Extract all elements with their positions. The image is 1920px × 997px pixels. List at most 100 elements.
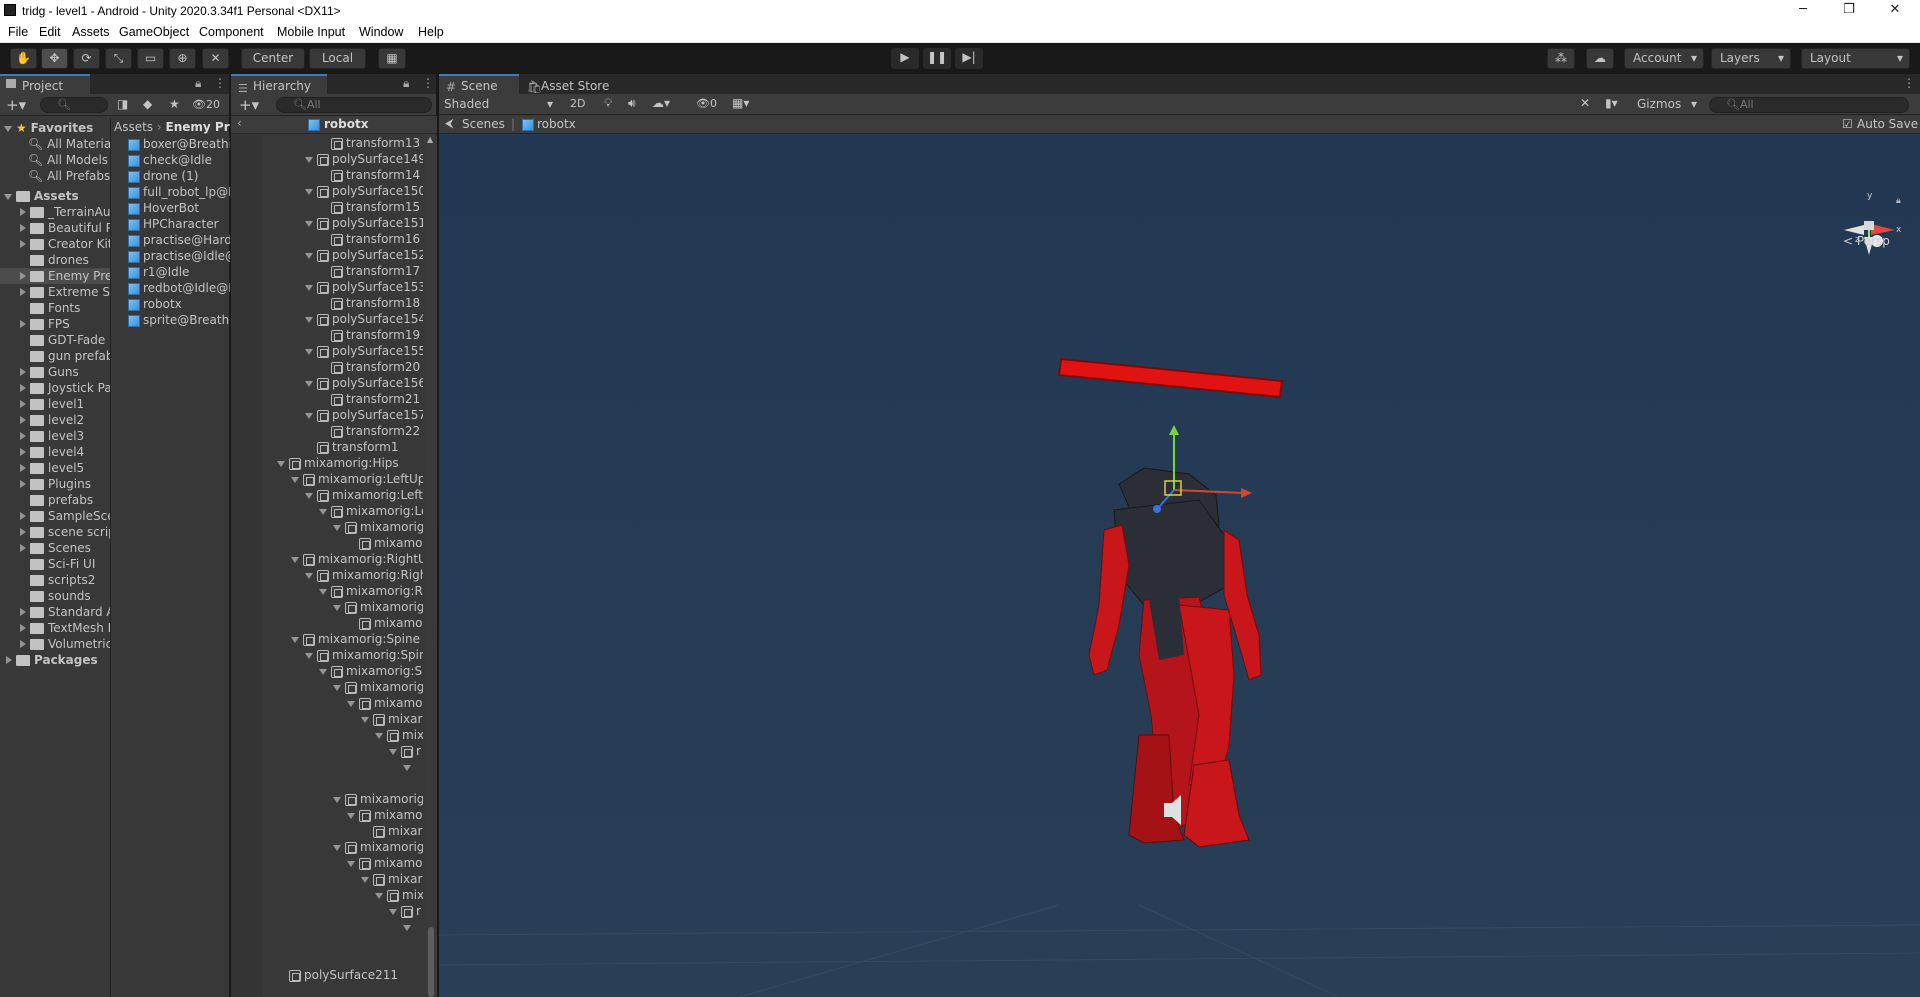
projection-toggle[interactable]: < Persp (1843, 234, 1890, 248)
project-divider[interactable] (110, 118, 111, 997)
scene-search-input[interactable]: 🔍︎All (1709, 97, 1909, 113)
breadcrumb-assets[interactable]: Assets (114, 120, 153, 134)
expand-icon[interactable] (18, 400, 28, 410)
favorite-item[interactable]: 🔍︎ All Materia (0, 136, 110, 152)
expand-icon[interactable] (18, 272, 28, 282)
folder-item[interactable]: level4 (0, 444, 110, 460)
favorites-header[interactable]: ★ Favorites (0, 120, 110, 136)
hierarchy-item[interactable]: transform16 (263, 231, 423, 247)
favorite-item[interactable]: 🔍︎ All Prefabs (0, 168, 110, 184)
hierarchy-item[interactable]: mixar (263, 711, 423, 727)
menu-edit[interactable]: Edit (39, 25, 61, 39)
folder-item[interactable]: sounds (0, 588, 110, 604)
hierarchy-item[interactable]: transform13 (263, 135, 423, 151)
tab-scene[interactable]: # Scene (439, 74, 519, 94)
hierarchy-item[interactable]: mixamorig:Hips (263, 455, 423, 471)
asset-file-item[interactable]: robotx (128, 296, 230, 312)
breadcrumb-prefab[interactable]: robotx (537, 117, 576, 131)
menu-mobile-input[interactable]: Mobile Input (277, 25, 345, 39)
folder-item[interactable]: _TerrainAu (0, 204, 110, 220)
asset-file-item[interactable]: practise@Hard (128, 232, 230, 248)
hierarchy-item[interactable]: transform20 (263, 359, 423, 375)
expand-icon[interactable] (403, 763, 413, 773)
favorite-item[interactable]: 🔍︎ All Models (0, 152, 110, 168)
tab-project[interactable]: Project (0, 74, 90, 94)
create-button[interactable]: +▾ (239, 96, 259, 114)
auto-save-checkbox[interactable]: ☑ (1842, 117, 1853, 131)
expand-icon[interactable] (291, 555, 301, 565)
expand-icon[interactable] (333, 683, 343, 693)
hierarchy-item[interactable]: polySurface211 (263, 967, 423, 983)
folder-item[interactable]: Standard A (0, 604, 110, 620)
folder-item[interactable]: Beautiful P (0, 220, 110, 236)
hierarchy-root-header[interactable]: ‹ robotx (231, 116, 437, 134)
restore-button[interactable]: ❐ (1826, 0, 1872, 22)
assets-root[interactable]: Assets (0, 188, 110, 204)
expand-icon[interactable] (18, 448, 28, 458)
hierarchy-item[interactable] (263, 951, 423, 967)
folder-item[interactable]: level5 (0, 460, 110, 476)
close-button[interactable]: ✕ (1872, 0, 1918, 22)
expand-icon[interactable] (4, 124, 14, 134)
collab-icon[interactable]: ⁂ (1547, 48, 1575, 69)
expand-icon[interactable] (389, 907, 399, 917)
folder-item[interactable]: Plugins (0, 476, 110, 492)
scroll-up-icon[interactable]: ▲ (427, 135, 433, 144)
hierarchy-item[interactable]: mixamo (263, 855, 423, 871)
tab-hierarchy[interactable]: ☰ Hierarchy (231, 74, 327, 95)
hierarchy-item[interactable]: mixamorig:Ri (263, 583, 423, 599)
folder-item[interactable]: Scenes (0, 540, 110, 556)
expand-icon[interactable] (319, 587, 329, 597)
expand-icon[interactable] (403, 923, 413, 933)
folder-item[interactable]: scene scrip (0, 524, 110, 540)
expand-icon[interactable] (375, 891, 385, 901)
asset-file-item[interactable]: sprite@Breathin (128, 312, 230, 328)
folder-item[interactable]: TextMesh I (0, 620, 110, 636)
hierarchy-item[interactable]: polySurface153 (263, 279, 423, 295)
hidden-packages-count[interactable]: 👁︎20 (192, 98, 220, 111)
expand-icon[interactable] (18, 640, 28, 650)
hierarchy-item[interactable]: mixamorig:Le (263, 503, 423, 519)
folder-item[interactable]: Creator Kit (0, 236, 110, 252)
expand-icon[interactable] (305, 651, 315, 661)
hierarchy-item[interactable]: transform18 (263, 295, 423, 311)
hierarchy-item[interactable]: mixamorig:Sp (263, 663, 423, 679)
menu-component[interactable]: Component (199, 25, 264, 39)
grid-snap-icon[interactable]: ▦ (378, 48, 406, 69)
folder-item[interactable]: gun prefab (0, 348, 110, 364)
folder-item[interactable]: level2 (0, 412, 110, 428)
hierarchy-item[interactable]: mixamorig (263, 679, 423, 695)
expand-icon[interactable] (18, 384, 28, 394)
folder-item[interactable]: GDT-Fade (0, 332, 110, 348)
asset-file-item[interactable]: boxer@Breathin (128, 136, 230, 152)
asset-file-item[interactable]: drone (1) (128, 168, 230, 184)
rect-tool-icon[interactable]: ▭ (137, 48, 164, 69)
folder-item[interactable]: Joystick Pa (0, 380, 110, 396)
folder-item[interactable]: prefabs (0, 492, 110, 508)
expand-icon[interactable] (291, 475, 301, 485)
hierarchy-item[interactable]: mixamorig (263, 839, 423, 855)
expand-icon[interactable] (333, 795, 343, 805)
expand-icon[interactable] (18, 240, 28, 250)
packages-root[interactable]: Packages (0, 652, 110, 668)
expand-icon[interactable] (18, 416, 28, 426)
hierarchy-item[interactable] (263, 775, 423, 791)
hierarchy-search-input[interactable]: 🔍︎All (276, 97, 432, 113)
expand-icon[interactable] (333, 523, 343, 533)
hierarchy-item[interactable]: mix (263, 887, 423, 903)
folder-item[interactable]: Extreme Sc (0, 284, 110, 300)
folder-item[interactable]: level3 (0, 428, 110, 444)
hierarchy-item[interactable]: transform22 (263, 423, 423, 439)
hierarchy-scroll-thumb[interactable] (428, 927, 434, 997)
hierarchy-item[interactable]: mixamorig:RightUp (263, 551, 423, 567)
expand-icon[interactable] (4, 656, 14, 666)
back-arrow-icon[interactable]: ⮜ (445, 116, 454, 131)
hierarchy-item[interactable]: mixamo (263, 535, 423, 551)
hierarchy-item[interactable]: transform1 (263, 439, 423, 455)
hierarchy-item[interactable]: polySurface150 (263, 183, 423, 199)
expand-icon[interactable] (18, 432, 28, 442)
play-button[interactable]: ▶ (891, 48, 919, 69)
expand-icon[interactable] (18, 624, 28, 634)
folder-item[interactable]: level1 (0, 396, 110, 412)
hierarchy-item[interactable]: transform14 (263, 167, 423, 183)
